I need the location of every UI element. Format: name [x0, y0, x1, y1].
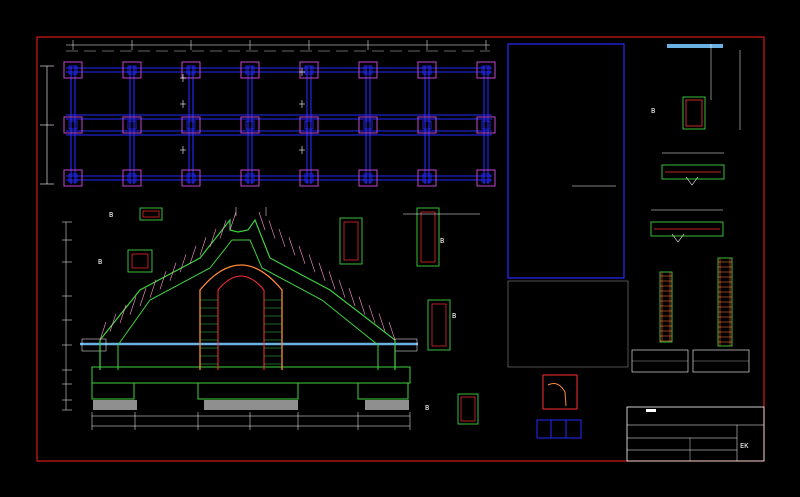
plan-column	[245, 173, 255, 183]
plan-footing	[63, 61, 83, 79]
truss-rib	[318, 262, 326, 281]
legend-frame	[507, 280, 629, 368]
plan-column	[127, 120, 137, 130]
plan-column	[68, 120, 78, 130]
plan-column	[481, 65, 491, 75]
plan-footing	[122, 169, 142, 187]
title-logo: EK	[740, 442, 749, 450]
truss-rib	[139, 288, 147, 307]
plan-footing	[63, 169, 83, 187]
sheet-border	[36, 36, 765, 462]
plan-column	[186, 173, 196, 183]
plan-column	[363, 65, 373, 75]
truss-rib	[328, 271, 336, 290]
notes-frame	[507, 43, 625, 279]
plan-column	[245, 65, 255, 75]
cad-drawing-sheet: B B B B B B EK	[36, 36, 765, 462]
section-label-a: B	[109, 211, 113, 219]
plan-footing	[299, 169, 319, 187]
truss-rib	[338, 279, 346, 298]
truss-rib	[109, 313, 117, 332]
truss-rib	[288, 237, 296, 256]
plan-footing	[417, 169, 437, 187]
plan-footing	[181, 169, 201, 187]
plan-column	[68, 173, 78, 183]
truss-rib	[219, 220, 227, 239]
plan-column	[186, 65, 196, 75]
plan-column	[363, 173, 373, 183]
plan-footing	[476, 61, 496, 79]
section-label-c: B	[440, 237, 444, 245]
main-section	[62, 207, 418, 430]
truss-rib	[229, 211, 237, 231]
truss-rib	[199, 237, 207, 256]
title-block: EK	[626, 406, 765, 462]
truss-rib	[99, 321, 107, 341]
plan-footing	[358, 61, 378, 79]
truss-rib	[358, 296, 366, 315]
plan-column	[68, 65, 78, 75]
plan-column	[245, 120, 255, 130]
plan-footing	[299, 61, 319, 79]
plan-column	[127, 173, 137, 183]
plan-column	[481, 173, 491, 183]
truss-rib	[159, 271, 167, 290]
section-label-b: B	[98, 258, 102, 266]
plan-column	[422, 120, 432, 130]
plan-footing	[476, 169, 496, 187]
truss-rib	[179, 254, 187, 273]
plan-footing	[358, 169, 378, 187]
plan-column	[304, 120, 314, 130]
section-label-b1: B	[651, 107, 655, 115]
truss-rib	[348, 288, 356, 307]
plan-footing	[417, 61, 437, 79]
plan-column	[304, 173, 314, 183]
plan-footing	[181, 61, 201, 79]
plan-column	[481, 120, 491, 130]
truss-rib	[278, 228, 286, 248]
truss-rib	[268, 220, 276, 239]
plan-column	[363, 120, 373, 130]
right-details: B	[631, 44, 750, 373]
plan-footing	[122, 61, 142, 79]
section-label-d: B	[452, 312, 456, 320]
plan-footing	[240, 169, 260, 187]
truss-rib	[298, 245, 306, 264]
plan-column	[422, 173, 432, 183]
truss-rib	[308, 254, 316, 273]
plan-column	[304, 65, 314, 75]
plan-footing	[240, 61, 260, 79]
section-label-e: B	[425, 404, 429, 412]
plan-column	[422, 65, 432, 75]
truss-rib	[258, 211, 266, 231]
plan-column	[127, 65, 137, 75]
plan-column	[186, 120, 196, 130]
foundation-plan	[40, 40, 496, 187]
